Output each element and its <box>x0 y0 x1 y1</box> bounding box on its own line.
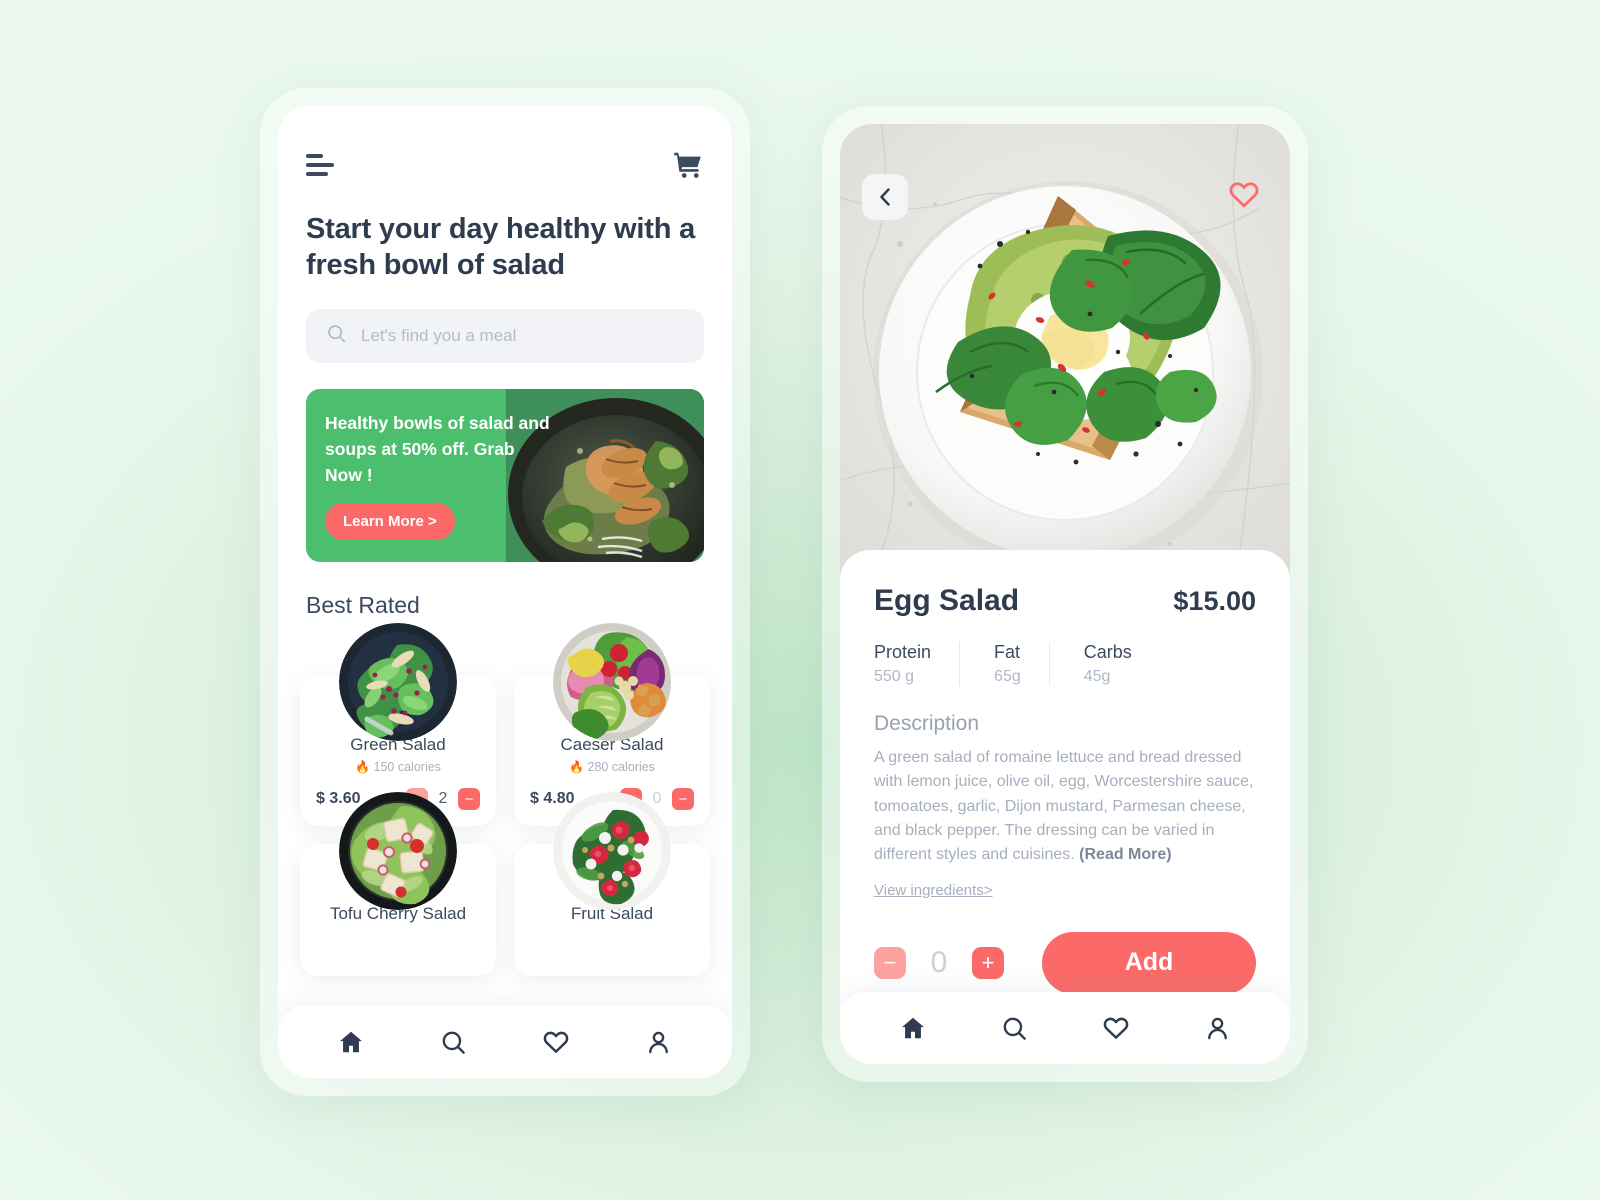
chevron-left-icon <box>880 188 890 206</box>
dish-name: Egg Salad <box>874 584 1020 617</box>
product-price: $ 4.80 <box>530 790 575 808</box>
home-icon <box>340 1031 363 1053</box>
quantity-value: 0 <box>652 790 662 808</box>
macro-label: Carbs <box>1083 642 1132 662</box>
nav-favorites-button[interactable] <box>530 1016 582 1068</box>
quantity-value: 0 <box>930 945 948 979</box>
heart-icon <box>1103 1017 1129 1039</box>
macro-list: Protein 550 g Fat 65g Carbs 45g <box>874 642 1256 686</box>
macro-item: Fat 65g <box>959 642 1049 686</box>
macro-item: Carbs 45g <box>1048 642 1160 686</box>
purchase-row: − 0 + Add <box>874 931 1256 994</box>
tofu-cherry-salad-photo <box>339 792 457 911</box>
caeser-salad-photo <box>553 623 671 742</box>
product-grid: Green Salad 🔥 150 calories $ 3.60 + 2 − <box>300 623 710 977</box>
view-ingredients-link[interactable]: View ingredients> <box>874 882 993 899</box>
dish-price: $15.00 <box>1173 586 1256 616</box>
search-input[interactable] <box>361 326 684 347</box>
decrease-quantity-button[interactable]: − <box>874 946 906 979</box>
search-icon <box>1003 1017 1026 1040</box>
nav-search-button[interactable] <box>428 1016 480 1068</box>
search-icon <box>442 1031 466 1054</box>
fire-icon: 🔥 <box>569 760 585 775</box>
hamburger-icon[interactable] <box>306 154 336 176</box>
product-price: $ 3.60 <box>316 790 361 808</box>
search-icon <box>326 323 347 349</box>
nav-profile-button[interactable] <box>1191 1002 1243 1054</box>
green-salad-photo <box>339 623 457 742</box>
product-card[interactable]: Tofu Cherry Salad <box>300 792 496 977</box>
product-calories: 🔥 150 calories <box>310 760 486 774</box>
fire-icon: 🔥 <box>355 760 371 775</box>
macro-label: Fat <box>994 642 1021 662</box>
home-icon <box>901 1017 924 1039</box>
bottom-navigation-detail <box>840 992 1290 1064</box>
calories-text: 150 calories <box>373 760 441 775</box>
macro-value: 550 g <box>874 668 915 685</box>
decrease-quantity-button[interactable]: − <box>672 788 694 811</box>
nav-profile-button[interactable] <box>633 1016 685 1068</box>
promo-text: Healthy bowls of salad and soups at 50% … <box>325 413 550 486</box>
macro-value: 65g <box>994 668 1021 685</box>
heart-icon <box>1229 182 1259 208</box>
section-title-best-rated: Best Rated <box>306 592 420 619</box>
favorite-button[interactable] <box>1226 178 1262 216</box>
bottom-navigation-home <box>278 1006 732 1078</box>
phone-home: Start your day healthy with a fresh bowl… <box>260 88 750 1096</box>
add-to-cart-button[interactable]: Add <box>1042 931 1256 994</box>
home-screen: Start your day healthy with a fresh bowl… <box>278 106 732 1078</box>
page-title: Start your day healthy with a fresh bowl… <box>306 213 696 281</box>
read-more-link[interactable]: (Read More) <box>1079 846 1171 863</box>
macro-label: Protein <box>874 642 932 662</box>
macro-value: 45g <box>1083 668 1111 685</box>
home-topbar <box>278 106 732 180</box>
nav-home-button[interactable] <box>887 1002 939 1054</box>
nav-favorites-button[interactable] <box>1090 1002 1142 1054</box>
heart-icon <box>543 1031 569 1053</box>
promo-banner[interactable]: Healthy bowls of salad and soups at 50% … <box>306 389 704 563</box>
decrease-quantity-button[interactable]: − <box>458 788 480 811</box>
detail-screen: Egg Salad $15.00 Protein 550 g Fat 65g C… <box>840 124 1290 1064</box>
back-button[interactable] <box>862 174 908 220</box>
search-bar[interactable] <box>306 309 704 364</box>
increase-quantity-button[interactable]: + <box>972 946 1004 979</box>
macro-item: Protein 550 g <box>874 642 959 686</box>
shopping-cart-icon[interactable] <box>672 150 704 180</box>
phone-detail: Egg Salad $15.00 Protein 550 g Fat 65g C… <box>822 106 1308 1082</box>
product-card[interactable]: Fruit Salad <box>514 792 710 977</box>
quantity-value: 2 <box>438 790 448 808</box>
description-body: A green salad of romaine lettuce and bre… <box>874 746 1256 868</box>
person-icon <box>1207 1017 1227 1039</box>
product-calories: 🔥 280 calories <box>524 760 700 774</box>
nav-search-button[interactable] <box>988 1002 1040 1054</box>
detail-sheet: Egg Salad $15.00 Protein 550 g Fat 65g C… <box>840 550 1290 1064</box>
learn-more-button[interactable]: Learn More > <box>325 502 455 540</box>
promo-copy: Healthy bowls of salad and soups at 50% … <box>306 389 556 540</box>
description-text: A green salad of romaine lettuce and bre… <box>874 749 1254 864</box>
fruit-salad-photo <box>553 792 671 911</box>
detail-header: Egg Salad $15.00 <box>874 584 1256 618</box>
description-title: Description <box>874 712 980 735</box>
calories-text: 280 calories <box>587 760 655 775</box>
nav-home-button[interactable] <box>325 1016 377 1068</box>
person-icon <box>649 1031 669 1053</box>
